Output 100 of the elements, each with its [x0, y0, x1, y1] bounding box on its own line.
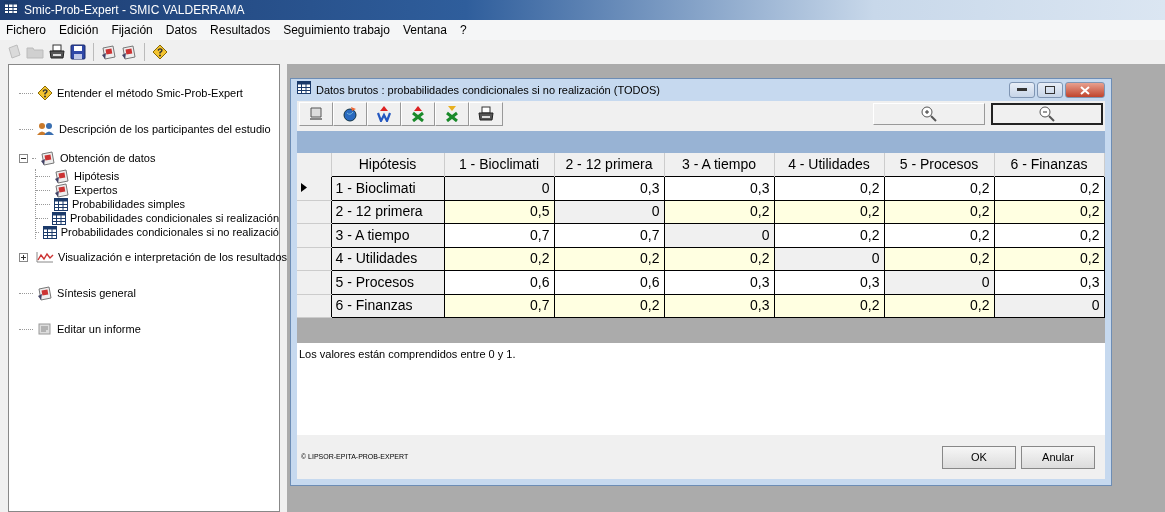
column-header: 3 - A tiempo	[664, 153, 774, 177]
maximize-button[interactable]	[1037, 82, 1063, 98]
tree-item[interactable]: Editar un informe	[57, 320, 141, 338]
toolbar-button[interactable]	[469, 102, 503, 126]
table-cell: 0,2	[994, 247, 1104, 271]
tree-item[interactable]: Obtención de datos	[60, 149, 156, 167]
document-icon	[54, 182, 70, 198]
column-header: Hipótesis	[331, 153, 444, 177]
cancel-button[interactable]: Anular	[1021, 445, 1095, 469]
zoom-in-button[interactable]	[873, 103, 985, 125]
zoom-out-button[interactable]	[991, 103, 1103, 125]
menu-item[interactable]: Fichero	[6, 21, 46, 39]
ok-button[interactable]: OK	[942, 445, 1016, 469]
table-cell: 0,2	[884, 176, 994, 200]
table-cell: 0,2	[994, 223, 1104, 247]
document-icon[interactable]	[121, 44, 137, 60]
table-cell: 0,2	[774, 223, 884, 247]
row-header: 6 - Finanzas	[331, 294, 444, 318]
collapse-icon[interactable]	[19, 153, 28, 163]
table-icon	[297, 81, 311, 95]
people-icon	[37, 122, 55, 136]
table-cell: 0	[664, 223, 774, 247]
document-icon	[54, 168, 70, 184]
table-cell: 0,7	[554, 223, 664, 247]
table-cell: 0,2	[774, 176, 884, 200]
help-icon	[37, 85, 53, 101]
printer-icon[interactable]	[48, 44, 66, 60]
menu-item[interactable]: Datos	[165, 21, 198, 39]
table-cell: 0	[774, 247, 884, 271]
maximize-icon	[1045, 86, 1055, 94]
table-icon	[54, 197, 68, 211]
table-cell: 0,2	[884, 294, 994, 318]
tree-item[interactable]: Visualización e interpretación de los resultados	[58, 248, 288, 266]
table-cell: 0,6	[444, 270, 554, 294]
toolbar-button[interactable]	[367, 102, 401, 126]
table-cell: 0,2	[994, 176, 1104, 200]
tree-item[interactable]: Entender el método Smic-Prob-Expert	[57, 84, 243, 102]
table-cell: 0,3	[554, 176, 664, 200]
document-icon	[40, 150, 56, 166]
minimize-button[interactable]	[1009, 82, 1035, 98]
row-header: 4 - Utilidades	[331, 247, 444, 271]
window-title: Smic-Prob-Expert - SMIC VALDERRAMA	[24, 2, 245, 19]
row-header: 3 - A tiempo	[331, 223, 444, 247]
row-header: 1 - Bioclimati	[331, 176, 444, 200]
menu-item[interactable]: Edición	[59, 21, 99, 39]
table-cell: 0,2	[774, 200, 884, 224]
printer-icon	[477, 106, 495, 122]
table-cell: 0,3	[994, 270, 1104, 294]
column-header: 5 - Procesos	[884, 153, 994, 177]
table-cell: 0,3	[664, 294, 774, 318]
close-button[interactable]	[1065, 82, 1105, 98]
table-cell: 0,3	[774, 270, 884, 294]
menu-item[interactable]: Seguimiento trabajo	[283, 21, 390, 39]
table-cell: 0,2	[884, 247, 994, 271]
close-icon	[1080, 85, 1090, 95]
minimize-icon	[1017, 88, 1027, 92]
toolbar-button[interactable]	[333, 102, 367, 126]
table-cell: 0,6	[554, 270, 664, 294]
column-header: 2 - 12 primera	[554, 153, 664, 177]
table-cell: 0,2	[444, 247, 554, 271]
zoom-in-icon	[921, 106, 937, 122]
note-text: Los valores están comprendidos entre 0 y 1.	[299, 348, 516, 360]
row-selector[interactable]	[297, 176, 331, 200]
table-cell: 0,2	[774, 294, 884, 318]
table-cell: 0	[444, 176, 554, 200]
up-arrow-w-icon	[376, 106, 392, 122]
document-icon[interactable]	[101, 44, 117, 60]
table-icon	[51, 211, 66, 225]
tree-item[interactable]: Síntesis general	[57, 284, 136, 302]
table-cell: 0,2	[884, 200, 994, 224]
table-icon	[42, 225, 57, 239]
table-cell: 0	[884, 270, 994, 294]
table-cell: 0,2	[884, 223, 994, 247]
table-cell: 0,7	[444, 294, 554, 318]
table-cell: 0,2	[664, 247, 774, 271]
globe-icon	[342, 106, 358, 122]
zoom-out-icon	[1039, 106, 1055, 122]
table-cell: 0,2	[664, 200, 774, 224]
menu-item[interactable]: Fijación	[111, 21, 153, 39]
menu-item[interactable]: ?	[459, 21, 467, 39]
menu-item[interactable]: Resultados	[210, 21, 271, 39]
menu-item[interactable]: Ventana	[402, 21, 447, 39]
table-cell: 0,3	[664, 176, 774, 200]
help-icon[interactable]	[152, 44, 168, 60]
row-header: 2 - 12 primera	[331, 200, 444, 224]
table-cell: 0,5	[444, 200, 554, 224]
report-icon	[37, 322, 53, 336]
table-cell: 0,2	[554, 294, 664, 318]
table-cell: 0	[994, 294, 1104, 318]
column-header: 4 - Utilidades	[774, 153, 884, 177]
row-header: 5 - Procesos	[331, 270, 444, 294]
table-cell: 0	[554, 200, 664, 224]
expand-icon[interactable]	[19, 252, 28, 262]
up-arrow-x-icon	[410, 106, 426, 122]
table-cell: 0,2	[554, 247, 664, 271]
table-cell: 0,2	[994, 200, 1104, 224]
tree-item[interactable]: Descripción de los participantes del estudio	[59, 120, 271, 138]
monitor-icon	[307, 106, 325, 122]
column-header: 6 - Finanzas	[994, 153, 1104, 177]
dialog-title: Datos brutos : probabilidades condicionales si no realización (TODOS)	[316, 82, 661, 98]
